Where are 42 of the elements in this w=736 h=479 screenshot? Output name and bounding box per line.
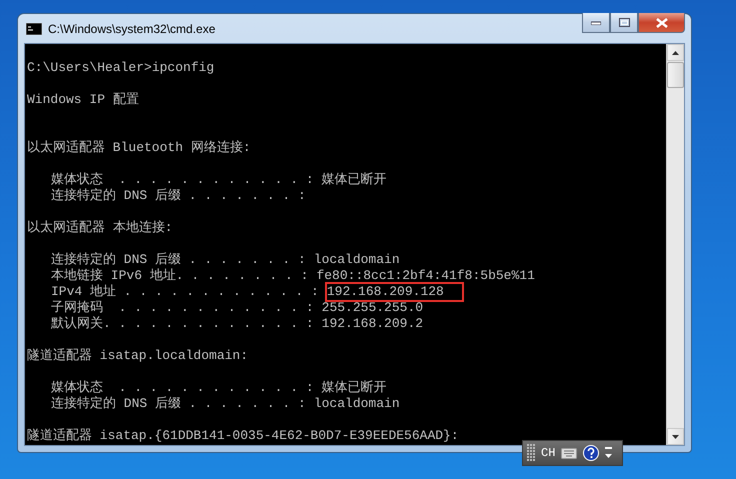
console-text: 连接特定的 DNS 后缀 . . . . . . . : (51, 252, 306, 268)
close-icon (656, 18, 668, 28)
console-text: 默认网关. . . . . . . . . . . . . : (51, 316, 314, 332)
options-icon[interactable] (605, 446, 612, 460)
maximize-icon (618, 18, 630, 27)
console-text: 隧道适配器 isatap.localdomain: (27, 348, 248, 364)
close-button[interactable] (638, 13, 685, 33)
scrollbar[interactable] (666, 44, 684, 445)
up-arrow-icon (672, 50, 679, 54)
console-text: 192.168.209.2 (322, 316, 424, 332)
highlighted-value: 192.168.209.128 (326, 284, 462, 300)
down-arrow-icon (672, 434, 679, 438)
console-icon (26, 22, 42, 34)
console-text: Windows IP 配置 (27, 92, 139, 108)
scroll-up-button[interactable] (667, 44, 684, 61)
console-text: 以太网适配器 本地连接: (27, 220, 173, 236)
console-text: 连接特定的 DNS 后缀 . . . . . . . : (51, 396, 306, 412)
window-title: C:\Windows\system32\cmd.exe (48, 22, 216, 36)
console-text: 媒体已断开 (322, 172, 387, 188)
console-text: 媒体状态 . . . . . . . . . . . . : (51, 172, 314, 188)
scroll-thumb[interactable] (667, 62, 684, 88)
maximize-button[interactable] (610, 13, 638, 33)
console-text: 255.255.255.0 (322, 300, 424, 316)
console-text: IPv4 地址 . . . . . . . . . . . . : (51, 284, 319, 300)
scroll-down-button[interactable] (667, 428, 684, 445)
grip-icon[interactable] (527, 444, 535, 462)
console-text: fe80::8cc1:2bf4:41f8:5b5e%11 (316, 268, 535, 284)
help-icon[interactable] (583, 445, 600, 461)
minimize-button[interactable] (582, 13, 610, 33)
console-text: localdomain (314, 396, 400, 412)
console-text: 媒体已断开 (322, 380, 387, 396)
minimize-icon (591, 20, 601, 24)
console-text: 连接特定的 DNS 后缀 . . . . . . . : (51, 188, 306, 204)
keyboard-icon[interactable] (561, 448, 578, 458)
console-text: 子网掩码 . . . . . . . . . . . . : (51, 300, 314, 316)
console-text: 隧道适配器 isatap.{61DDB141-0035-4E62-B0D7-E39EEDE56AAD}: (27, 428, 459, 444)
console-text: localdomain (314, 252, 400, 268)
language-button[interactable]: CH (541, 446, 556, 460)
console-text: C:\Users\Healer>ipconfig (27, 60, 214, 76)
console-text: 媒体状态 . . . . . . . . . . . . : (51, 380, 314, 396)
console-text: 以太网适配器 Bluetooth 网络连接: (27, 140, 251, 156)
console-text: 本地链接 IPv6 地址. . . . . . . . : (51, 268, 308, 284)
